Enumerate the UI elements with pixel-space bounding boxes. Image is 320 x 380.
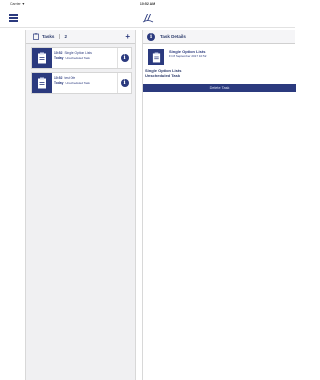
tasks-count: 2 bbox=[59, 34, 67, 39]
tasks-title: Tasks bbox=[42, 34, 55, 39]
info-icon: i bbox=[120, 54, 129, 62]
clipboard-icon bbox=[32, 48, 52, 68]
task-day: Today bbox=[54, 80, 64, 85]
add-task-button[interactable]: + bbox=[125, 32, 130, 41]
task-info-button[interactable]: i bbox=[117, 73, 131, 93]
detail-body-line: Unscheduled Task bbox=[145, 73, 181, 78]
app-logo-icon bbox=[140, 10, 156, 26]
clipboard-icon bbox=[148, 49, 164, 65]
task-info-button[interactable]: i bbox=[117, 48, 131, 68]
nav-bar bbox=[0, 8, 295, 28]
status-bar: Carrier ▼ 10:52 AM bbox=[0, 0, 295, 8]
task-title: test 0fe bbox=[64, 76, 76, 80]
task-time: 10:52 bbox=[54, 76, 63, 80]
info-icon: i bbox=[120, 79, 129, 87]
task-list-item[interactable]: 10:52 test 0fe Today Unscheduled Task i bbox=[31, 72, 132, 94]
task-subtitle: Unscheduled Task bbox=[65, 80, 90, 85]
info-icon: i bbox=[147, 32, 155, 41]
task-details-panel: i Task Details Single Option Lists Fri 8… bbox=[142, 30, 296, 380]
task-day: Today bbox=[54, 55, 64, 60]
clipboard-icon bbox=[33, 33, 39, 40]
tasks-header: Tasks 2 + bbox=[26, 30, 135, 44]
detail-task-date: Fri 8 September 2017 10:52 bbox=[169, 54, 207, 58]
tasks-panel: Tasks 2 + 10:52 Single Option Lists Today… bbox=[25, 30, 136, 380]
task-subtitle: Unscheduled Task bbox=[65, 55, 90, 60]
task-title: Single Option Lists bbox=[64, 51, 92, 55]
clipboard-icon bbox=[32, 73, 52, 93]
detail-body: Single Option Lists Unscheduled Task bbox=[145, 68, 181, 78]
task-details-header: i Task Details bbox=[143, 30, 295, 44]
task-list-item[interactable]: 10:52 Single Option Lists Today Unschedule… bbox=[31, 47, 132, 69]
hamburger-menu-icon[interactable] bbox=[9, 14, 18, 22]
status-time: 10:52 AM bbox=[139, 2, 156, 6]
task-details-title: Task Details bbox=[160, 34, 186, 39]
task-text: 10:52 Single Option Lists Today Unschedule… bbox=[52, 48, 117, 68]
task-detail-card: Single Option Lists Fri 8 September 2017… bbox=[143, 44, 296, 68]
task-time: 10:52 bbox=[54, 51, 63, 55]
task-text: 10:52 test 0fe Today Unscheduled Task bbox=[52, 73, 117, 93]
delete-task-button[interactable]: Delete Task bbox=[143, 84, 296, 92]
